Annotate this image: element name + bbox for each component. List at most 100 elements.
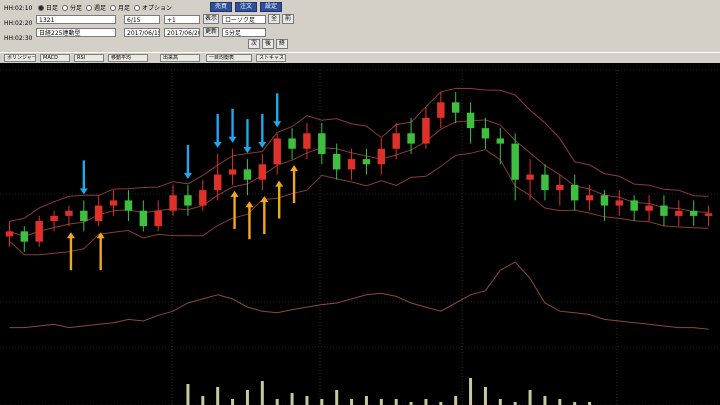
down-arrow-icon <box>183 144 192 179</box>
candle-body <box>645 205 653 211</box>
indicator-tab-5[interactable]: 出来高 <box>160 54 200 62</box>
volume-bar <box>201 396 205 405</box>
down-arrow-icon <box>228 108 237 143</box>
up-arrow-icon <box>275 180 284 219</box>
candle-body <box>124 200 133 211</box>
date-input-from[interactable]: 6/15 <box>124 15 160 24</box>
radio-dot-icon <box>110 4 116 11</box>
candle-body <box>481 128 490 139</box>
volume-bar <box>528 390 532 405</box>
oscillator-line <box>9 261 709 330</box>
indicator-tab-6[interactable]: 一目均衡表 <box>206 54 252 62</box>
interval-select[interactable]: 5分足 <box>222 28 266 37</box>
candle-body <box>615 200 624 206</box>
band-middle <box>9 119 709 238</box>
volume-bar <box>305 396 309 405</box>
candle-body <box>585 195 594 201</box>
up-arrow-icon <box>260 196 269 235</box>
volume-bar <box>275 399 279 405</box>
price-chart <box>0 69 720 405</box>
order-button[interactable]: 注文 <box>235 2 257 12</box>
radio-period-2[interactable]: 分足 <box>62 3 82 12</box>
down-arrow-icon <box>213 113 222 148</box>
chart-type-select[interactable]: ローソク足 <box>222 15 266 24</box>
candle-body <box>689 210 698 216</box>
candle-body <box>228 169 237 175</box>
candle-body <box>154 210 162 227</box>
volume-bar <box>469 378 473 405</box>
volume-bar <box>335 390 339 405</box>
date-input-to[interactable]: +1 <box>164 15 200 24</box>
volume-bar <box>379 399 383 405</box>
radio-period-1[interactable]: 日足 <box>38 3 58 12</box>
candle-body <box>556 184 564 191</box>
volume-bar <box>186 384 190 405</box>
down-arrow-head <box>243 147 252 154</box>
down-arrow-icon <box>258 113 267 148</box>
trade-button[interactable]: 売買 <box>210 2 232 12</box>
symbol-field[interactable]: 1321 <box>36 15 116 24</box>
candle-body <box>258 164 267 180</box>
candle-body <box>20 231 29 242</box>
radio-period-4[interactable]: 月足 <box>110 3 130 12</box>
candle-body <box>243 169 252 180</box>
candlestick-series <box>5 92 713 252</box>
radio-dot-icon <box>62 4 68 11</box>
next-button[interactable]: 次 <box>248 39 260 49</box>
candle-body <box>437 102 445 118</box>
bollinger-bands <box>9 87 709 256</box>
down-arrow-head <box>79 188 88 195</box>
up-arrow-head <box>66 232 75 239</box>
candle-body <box>94 205 103 222</box>
down-arrow-icon <box>79 160 88 195</box>
candle-body <box>570 184 579 201</box>
prev-button[interactable]: 前 <box>282 14 294 24</box>
volume-bar <box>245 390 249 405</box>
volume-bar <box>260 381 264 405</box>
down-arrow-head <box>258 141 267 148</box>
candle-body <box>5 231 14 237</box>
up-arrow-icon <box>96 232 105 271</box>
radio-period-5[interactable]: オプション <box>134 3 172 12</box>
volume-bar <box>558 399 562 405</box>
up-arrow-icon <box>245 201 254 240</box>
volume-panel <box>186 378 592 405</box>
indicator-tab-3[interactable]: RSI <box>74 54 104 62</box>
up-arrow-icon <box>230 190 239 229</box>
indicator-tab-1[interactable]: ボリンジャーバンド <box>4 54 36 62</box>
candle-body <box>660 205 668 216</box>
down-arrow-head <box>273 121 282 128</box>
up-arrow-head <box>245 201 254 208</box>
indicator-tab-7[interactable]: ストキャス <box>256 54 286 62</box>
down-arrow-head <box>213 141 222 148</box>
volume-bar <box>350 399 354 405</box>
clock-3: HH:02:30 <box>4 35 33 42</box>
indicator-tab-4[interactable]: 移動平均 <box>108 54 148 62</box>
end-button[interactable]: 終 <box>276 39 288 49</box>
show-button[interactable]: 表示 <box>203 14 219 24</box>
settings-button[interactable]: 設定 <box>260 2 282 12</box>
candle-body <box>362 159 371 165</box>
down-arrow-icon <box>243 119 252 154</box>
date-input-from-full[interactable]: 2017/06/15 <box>124 28 160 37</box>
all-button[interactable]: 全 <box>268 14 280 24</box>
candle-body <box>675 210 683 216</box>
candle-body <box>377 148 386 165</box>
candle-body <box>169 195 177 211</box>
radio-period-3[interactable]: 週足 <box>86 3 106 12</box>
candle-body <box>511 143 519 180</box>
update-button[interactable]: 更新 <box>203 27 219 37</box>
candle-body <box>630 200 638 211</box>
date-input-to-full[interactable]: 2017/06/20 <box>164 28 200 37</box>
indicator-tab-2[interactable]: MACD <box>40 54 70 62</box>
volume-bar <box>394 399 398 405</box>
candle-body <box>288 138 296 149</box>
signal-arrows <box>66 93 299 271</box>
candle-body <box>451 102 460 113</box>
volume-bar <box>543 396 547 405</box>
market-field[interactable]: 日経225連動型 <box>36 28 116 37</box>
later-button[interactable]: 後 <box>262 39 274 49</box>
volume-bar <box>290 393 294 405</box>
down-arrow-icon <box>273 93 282 128</box>
candle-body <box>407 133 415 144</box>
